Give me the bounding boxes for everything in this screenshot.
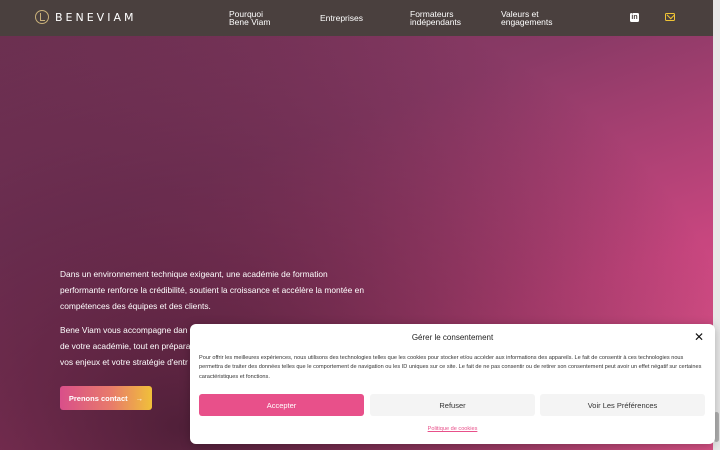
consent-description: Pour offrir les meilleures expériences, … [199,355,702,380]
nav-item-formateurs[interactable]: Formateurs indépendants [410,10,462,27]
nav-item-pourquoi[interactable]: Pourquoi Bene Viam [229,10,271,27]
arrow-right-icon: → [135,393,144,403]
nav-label-line1: Entreprises [320,13,363,23]
nav-label-line2: Bene Viam [229,17,271,27]
consent-title: Gérer le consentement [411,333,494,342]
cookie-policy-link[interactable]: Politique de cookies [190,426,715,432]
nav-item-entreprises[interactable]: Entreprises [320,13,363,23]
nav-label-line2: indépendants [410,17,462,27]
cookie-consent-dialog: Gérer le consentement ✕ Pour offrir les … [190,324,715,444]
nav-item-valeurs[interactable]: Valeurs et engagements [501,10,553,27]
logo-mark-icon [35,10,49,24]
site-header: BENEVIAM Pourquoi Bene Viam Entreprises … [0,0,713,36]
refuse-button[interactable]: Refuser [370,394,535,416]
hero-paragraph-1: Dans un environnement technique exigeant… [60,269,364,311]
nav-label-line2: engagements [501,17,553,27]
logo-text: BENEVIAM [55,10,137,24]
preferences-button[interactable]: Voir Les Préférences [540,394,705,416]
cta-label: Prenons contact [68,393,128,403]
mail-icon[interactable] [665,13,675,21]
logo[interactable]: BENEVIAM [35,10,136,24]
contact-cta-button[interactable]: Prenons contact → [60,386,152,410]
close-icon[interactable]: ✕ [694,331,704,343]
linkedin-icon[interactable]: in [630,13,639,22]
accept-button[interactable]: Accepter [199,394,364,416]
